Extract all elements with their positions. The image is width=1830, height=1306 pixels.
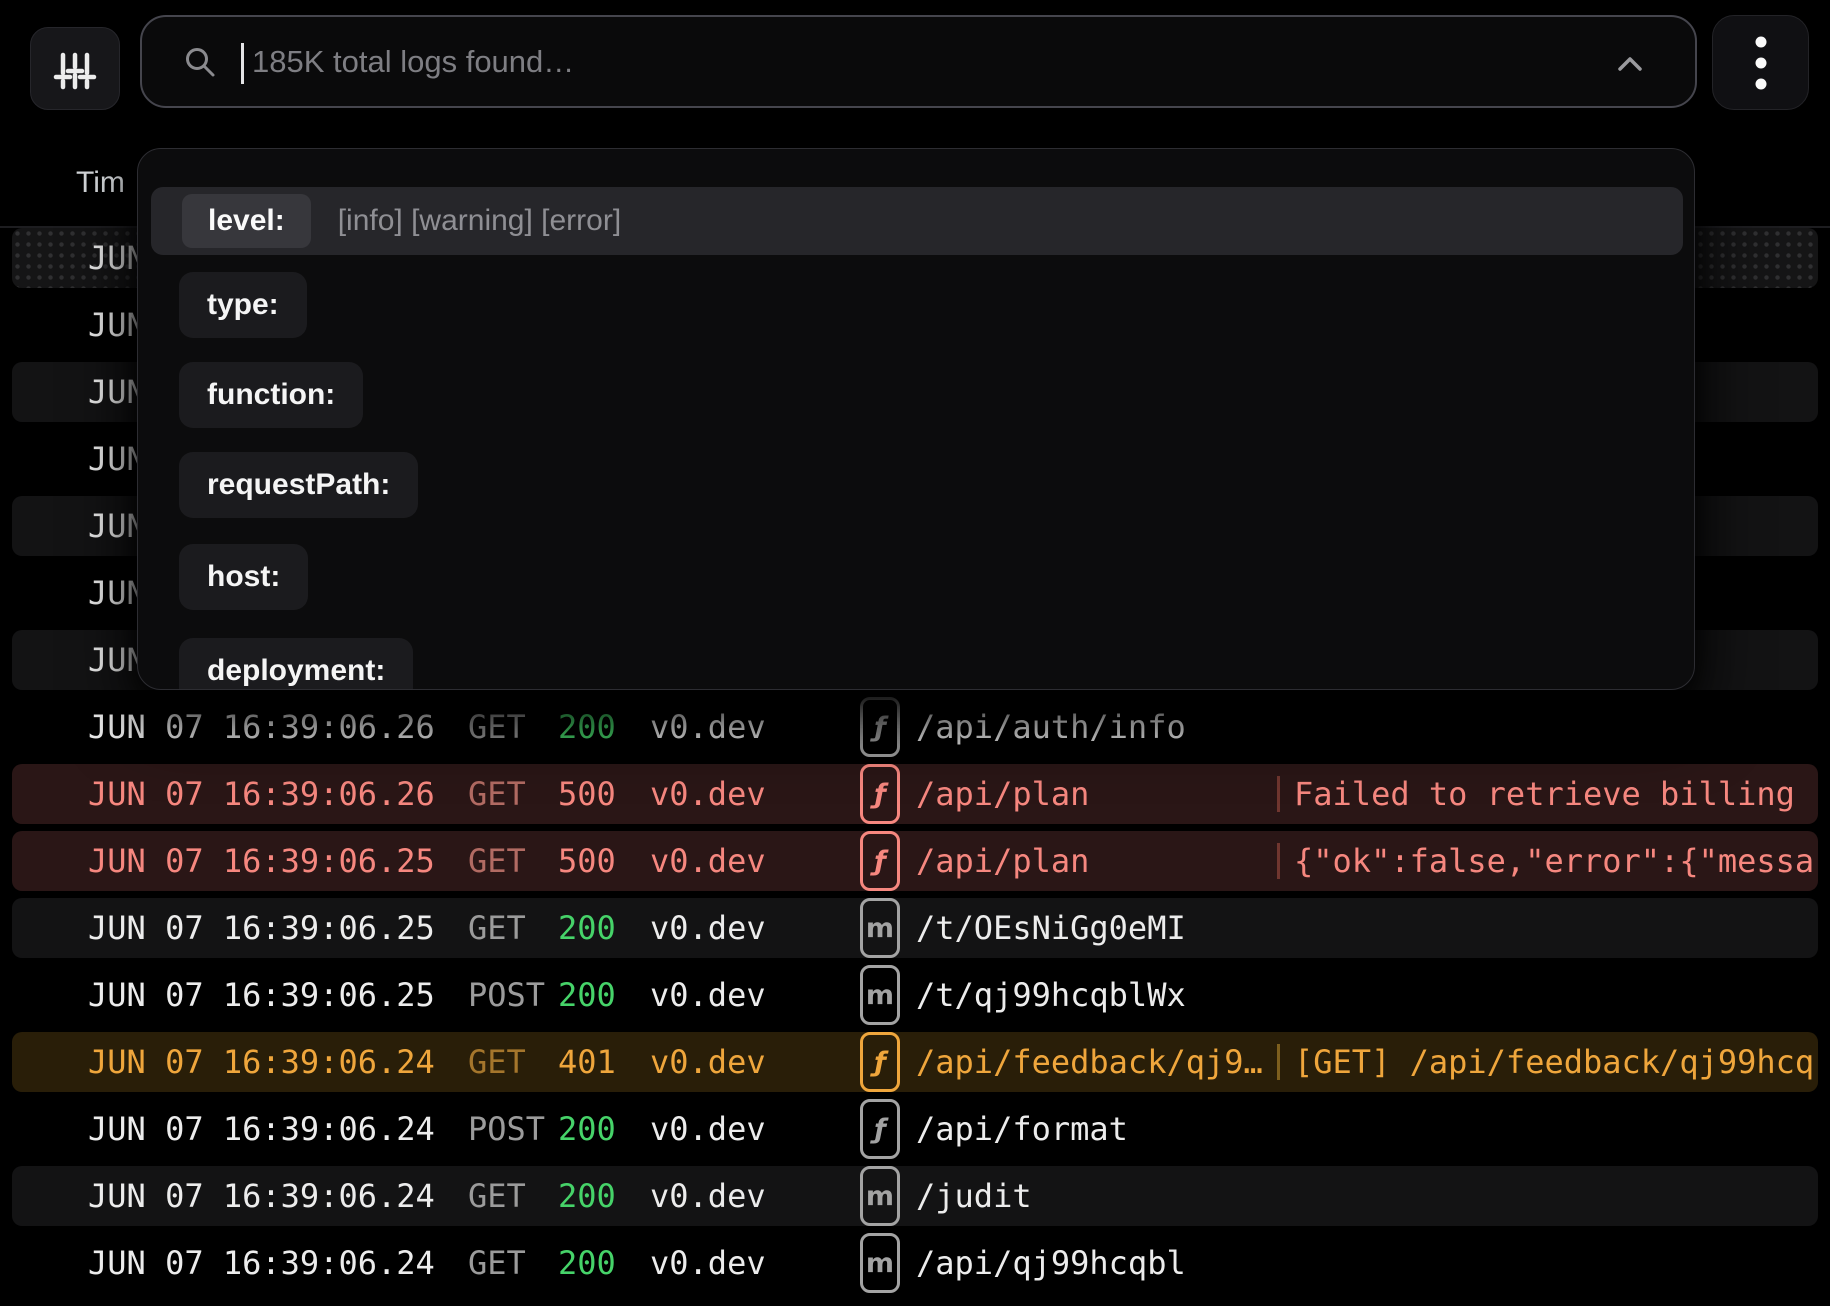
log-timestamp: JUN 07 16:39:06.26 [88,764,435,824]
log-timestamp: JUN 07 16:39:06.25 [88,831,435,891]
log-timestamp: JUN 07 16:39:06.25 [88,898,435,958]
message-divider [1277,776,1280,812]
sliders-icon [52,46,98,92]
log-status: 401 [558,1032,616,1092]
log-status: 200 [558,1099,616,1159]
search-placeholder: 185K total logs found… [252,17,574,106]
log-method: GET [468,1032,526,1092]
log-timestamp: JUN 07 16:39:06.25 [88,965,435,1025]
suggestion-hint: [info] [warning] [error] [338,204,621,238]
log-host: v0.dev [650,697,766,757]
log-path: /api/feedback/qj9… [916,1032,1263,1092]
log-row[interactable]: JUN 07 16:39:06.25 POST 200 v0.dev m /t/… [12,965,1818,1025]
log-method: GET [468,898,526,958]
log-row-error[interactable]: JUN 07 16:39:06.25 GET 500 v0.dev ƒ /api… [12,831,1818,891]
log-host: v0.dev [650,1166,766,1226]
middleware-icon: m [860,1233,900,1293]
function-icon: ƒ [860,1032,900,1092]
log-status: 200 [558,1233,616,1293]
function-icon: ƒ [860,1099,900,1159]
filters-button[interactable] [30,27,120,110]
log-host: v0.dev [650,1032,766,1092]
text-caret [241,43,244,84]
log-row-error[interactable]: JUN 07 16:39:06.26 GET 500 v0.dev ƒ /api… [12,764,1818,824]
middleware-icon: m [860,898,900,958]
chevron-up-icon[interactable] [1611,45,1649,83]
log-message: {"ok":false,"error":{"messa [1294,831,1814,891]
log-path: /api/plan [916,831,1089,891]
search-input[interactable]: 185K total logs found… [140,15,1697,108]
search-icon [182,44,218,80]
log-status: 500 [558,831,616,891]
suggestion-requestPath[interactable]: requestPath: [179,452,418,518]
log-message: Failed to retrieve billing [1294,764,1795,824]
suggestion-function[interactable]: function: [179,362,363,428]
suggestion-host[interactable]: host: [179,544,308,610]
log-row[interactable]: JUN 07 16:39:06.25 GET 200 v0.dev m /t/O… [12,898,1818,958]
log-path: /api/plan [916,764,1089,824]
log-host: v0.dev [650,898,766,958]
log-row[interactable]: JUN 07 16:39:06.26 GET 200 v0.dev ƒ /api… [12,697,1818,757]
log-row-warning[interactable]: JUN 07 16:39:06.24 GET 401 v0.dev ƒ /api… [12,1032,1818,1092]
log-method: POST [468,1099,545,1159]
logs-viewer: Tim JUN JUN JUN JUN JUN JUN JUN JUN 07 1… [0,0,1830,1306]
more-options-button[interactable] [1712,15,1809,110]
time-column-header: Tim [76,166,125,200]
log-method: GET [468,764,526,824]
log-row[interactable]: JUN 07 16:39:06.24 GET 200 v0.dev m /jud… [12,1166,1818,1226]
message-divider [1277,1044,1280,1080]
log-timestamp: JUN 07 16:39:06.26 [88,697,435,757]
middleware-icon: m [860,1166,900,1226]
middleware-icon: m [860,965,900,1025]
function-icon: ƒ [860,831,900,891]
search-suggestions-dropdown: level: [info] [warning] [error] type: fu… [137,148,1695,690]
log-method: GET [468,831,526,891]
log-host: v0.dev [650,1099,766,1159]
log-path: /t/qj99hcqblWx [916,965,1186,1025]
kebab-menu-icon [1754,34,1768,92]
suggestion-level[interactable]: level: [info] [warning] [error] [151,187,1683,255]
log-status: 500 [558,764,616,824]
log-path: /api/format [916,1099,1128,1159]
log-host: v0.dev [650,764,766,824]
suggestion-deployment[interactable]: deployment: [179,638,413,690]
log-method: GET [468,1233,526,1293]
function-icon: ƒ [860,697,900,757]
log-host: v0.dev [650,831,766,891]
log-row[interactable]: JUN 07 16:39:06.24 GET 200 v0.dev m /api… [12,1233,1818,1293]
function-icon: ƒ [860,764,900,824]
log-path: /api/auth/info [916,697,1186,757]
log-path: /t/OEsNiGg0eMI [916,898,1186,958]
log-row[interactable]: JUN 07 16:39:06.24 POST 200 v0.dev ƒ /ap… [12,1099,1818,1159]
log-timestamp: JUN 07 16:39:06.24 [88,1233,435,1293]
log-status: 200 [558,1166,616,1226]
log-path: /judit [916,1166,1032,1226]
log-path: /api/qj99hcqbl [916,1233,1186,1293]
log-host: v0.dev [650,965,766,1025]
log-status: 200 [558,697,616,757]
message-divider [1277,843,1280,879]
log-timestamp: JUN 07 16:39:06.24 [88,1032,435,1092]
suggestion-key-pill[interactable]: level: [182,194,311,248]
log-method: GET [468,697,526,757]
log-method: POST [468,965,545,1025]
log-host: v0.dev [650,1233,766,1293]
log-status: 200 [558,965,616,1025]
log-timestamp: JUN 07 16:39:06.24 [88,1099,435,1159]
suggestion-type[interactable]: type: [179,272,307,338]
log-status: 200 [558,898,616,958]
log-timestamp: JUN 07 16:39:06.24 [88,1166,435,1226]
log-method: GET [468,1166,526,1226]
log-message: [GET] /api/feedback/qj99hcq [1294,1032,1814,1092]
